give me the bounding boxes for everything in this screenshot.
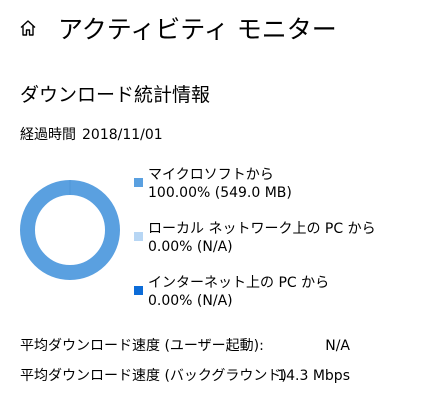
legend-item-local-pc: ローカル ネットワーク上の PC から 0.00% (N/A) [134,220,424,274]
stat-row-user-initiated: 平均ダウンロード速度 (ユーザー起動): N/A [20,336,350,366]
elapsed-time-label: 経過時間 [20,127,76,143]
legend-label: ローカル ネットワーク上の PC から [148,221,376,237]
download-donut-chart [20,180,120,280]
stat-label: 平均ダウンロード速度 (バックグラウンド) [20,368,287,384]
home-button[interactable] [8,8,48,48]
legend: マイクロソフトから 100.00% (549.0 MB) ローカル ネットワーク… [134,166,424,328]
stat-value: 14.3 Mbps [277,368,350,384]
donut-slice-0 [20,180,120,280]
download-stats: 平均ダウンロード速度 (ユーザー起動): N/A 平均ダウンロード速度 (バック… [20,336,350,396]
legend-label: マイクロソフトから [148,167,274,183]
legend-swatch-local-pc [134,232,143,241]
header: アクティビティ モニター [0,8,432,48]
elapsed-time: 経過時間 2018/11/01 [20,124,163,144]
legend-value: 100.00% (549.0 MB) [148,185,292,201]
home-icon [20,20,36,36]
stat-row-background: 平均ダウンロード速度 (バックグラウンド) 14.3 Mbps [20,366,350,396]
legend-label: インターネット上の PC から [148,275,330,291]
legend-value: 0.00% (N/A) [148,293,233,309]
page-title: アクティビティ モニター [58,15,337,44]
section-title: ダウンロード統計情報 [20,84,211,106]
stat-label: 平均ダウンロード速度 (ユーザー起動): [20,338,264,354]
legend-item-internet-pc: インターネット上の PC から 0.00% (N/A) [134,274,424,328]
legend-value: 0.00% (N/A) [148,239,233,255]
legend-swatch-internet-pc [134,286,143,295]
legend-item-microsoft: マイクロソフトから 100.00% (549.0 MB) [134,166,424,220]
stat-value: N/A [325,338,350,354]
elapsed-time-value: 2018/11/01 [82,127,163,143]
legend-swatch-microsoft [134,178,143,187]
